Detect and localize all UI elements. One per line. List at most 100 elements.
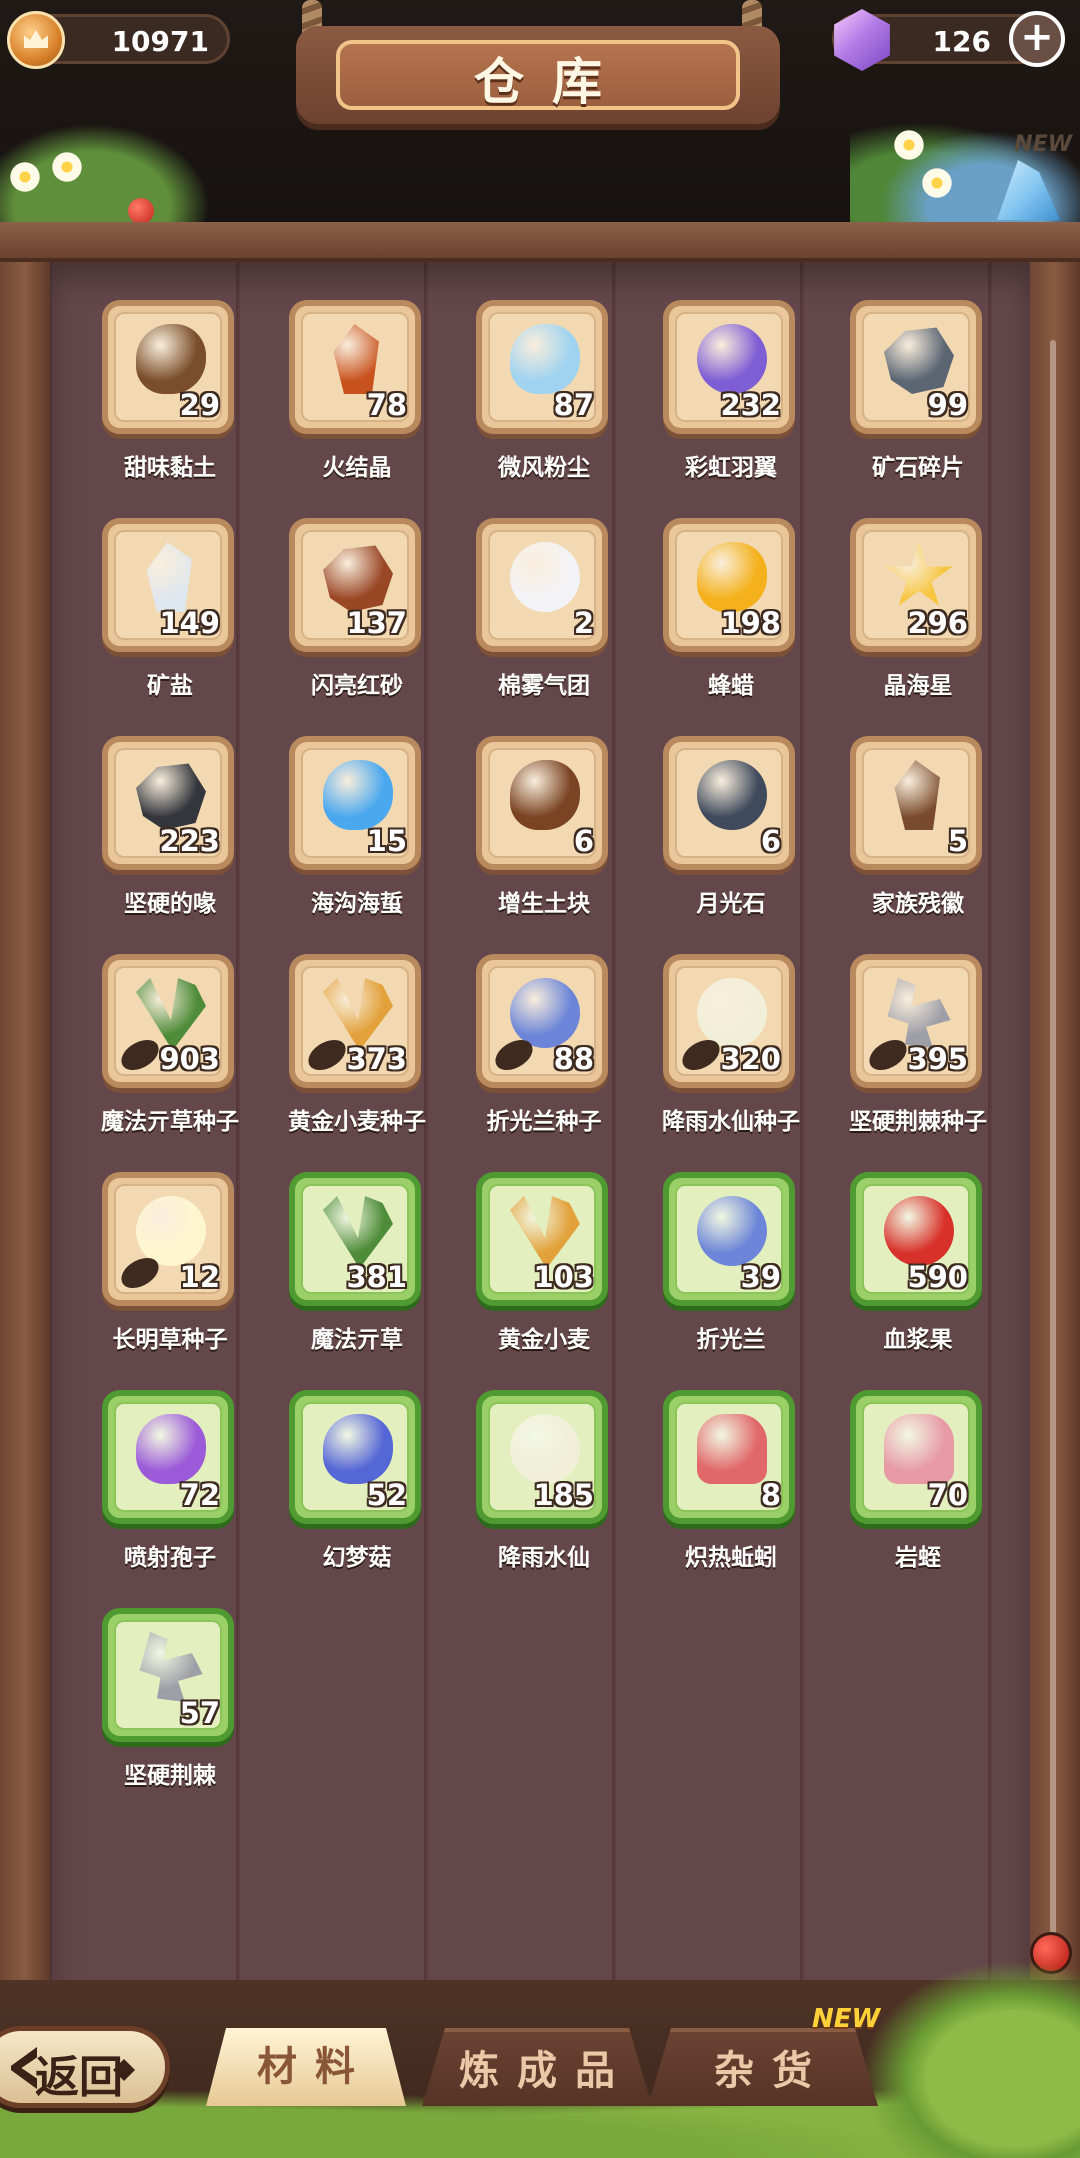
scrollbar[interactable]	[1050, 340, 1056, 1940]
item-name: 坚硬的喙	[124, 891, 216, 917]
inventory-item[interactable]: 57 坚硬荆棘	[100, 1608, 240, 1808]
item-card: 198	[663, 518, 795, 652]
inventory-item[interactable]: 78 火结晶	[287, 300, 427, 500]
inventory-item[interactable]: 29 甜味黏土	[100, 300, 240, 500]
inventory-item[interactable]: 2 棉雾气团	[474, 518, 614, 718]
inventory-item[interactable]: 103 黄金小麦	[474, 1172, 614, 1372]
back-button[interactable]: 返回	[0, 2026, 170, 2108]
inventory-item[interactable]: 373 黄金小麦种子	[287, 954, 427, 1154]
item-name: 坚硬荆棘	[124, 1763, 216, 1789]
tab-products[interactable]: 炼成品	[422, 2028, 652, 2106]
inventory-item[interactable]: 6 增生土块	[474, 736, 614, 936]
shelf-top-beam	[0, 222, 1080, 262]
moonstone-icon	[697, 760, 767, 830]
blazing-earthworm-icon	[697, 1414, 767, 1484]
hard-beak-icon	[136, 763, 206, 830]
inventory-item[interactable]: 88 折光兰种子	[474, 954, 614, 1154]
berry-decoration	[128, 198, 154, 224]
item-quantity: 88	[553, 1042, 594, 1076]
item-quantity: 6	[760, 824, 781, 858]
flower-decoration	[8, 160, 42, 194]
item-quantity: 70	[927, 1478, 968, 1512]
item-quantity: 8	[760, 1478, 781, 1512]
item-quantity: 52	[366, 1478, 407, 1512]
item-name: 喷射孢子	[124, 1545, 216, 1571]
item-card: 2	[476, 518, 608, 652]
item-card: 103	[476, 1172, 608, 1306]
inventory-item[interactable]: 381 魔法亓草	[287, 1172, 427, 1372]
inventory-item[interactable]: 149 矿盐	[100, 518, 240, 718]
inventory-item[interactable]: 99 矿石碎片	[848, 300, 988, 500]
item-name: 晶海星	[883, 673, 953, 699]
item-name: 降雨水仙	[498, 1545, 590, 1571]
item-card: 57	[102, 1608, 234, 1742]
tab-goods[interactable]: 杂货	[648, 2028, 878, 2106]
inventory-item[interactable]: 52 幻梦菇	[287, 1390, 427, 1590]
inventory-item[interactable]: 198 蜂蜡	[661, 518, 801, 718]
blood-berry-icon	[884, 1196, 954, 1266]
inventory-item[interactable]: 8 炽热蚯蚓	[661, 1390, 801, 1590]
item-quantity: 15	[366, 824, 407, 858]
item-card: 29	[102, 300, 234, 434]
item-quantity: 320	[720, 1042, 781, 1076]
item-name: 血浆果	[883, 1327, 953, 1353]
flower-decoration	[50, 150, 84, 184]
inventory-item[interactable]: 6 月光石	[661, 736, 801, 936]
item-quantity: 185	[533, 1478, 594, 1512]
item-card: 149	[102, 518, 234, 652]
magic-herb-seed-icon	[136, 978, 206, 1048]
item-name: 微风粉尘	[498, 455, 590, 481]
item-name: 闪亮红砂	[311, 673, 403, 699]
item-quantity: 78	[366, 388, 407, 422]
flower-decoration	[920, 166, 954, 200]
item-quantity: 2	[573, 606, 594, 640]
inventory-item[interactable]: 70 岩蛭	[848, 1390, 988, 1590]
inventory-item[interactable]: 223 坚硬的喙	[100, 736, 240, 936]
inventory-item[interactable]: 395 坚硬荆棘种子	[848, 954, 988, 1154]
item-quantity: 6	[573, 824, 594, 858]
item-card: 320	[663, 954, 795, 1088]
item-card: 223	[102, 736, 234, 870]
item-quantity: 137	[346, 606, 407, 640]
item-card: 52	[289, 1390, 421, 1524]
inventory-item[interactable]: 12 长明草种子	[100, 1172, 240, 1372]
inventory-item[interactable]: 87 微风粉尘	[474, 300, 614, 500]
inventory-item[interactable]: 320 降雨水仙种子	[661, 954, 801, 1154]
item-quantity: 149	[159, 606, 220, 640]
inventory-item[interactable]: 296 晶海星	[848, 518, 988, 718]
ore-fragment-icon	[884, 327, 954, 394]
item-name: 蜂蜡	[708, 673, 754, 699]
item-quantity: 903	[159, 1042, 220, 1076]
item-quantity: 57	[179, 1696, 220, 1730]
inventory-item[interactable]: 903 魔法亓草种子	[100, 954, 240, 1154]
item-card: 381	[289, 1172, 421, 1306]
item-card: 87	[476, 300, 608, 434]
soil-lump-icon	[510, 760, 580, 830]
golden-wheat-seed-icon	[323, 978, 393, 1048]
coin-count: 10971	[111, 25, 209, 58]
item-card: 72	[102, 1390, 234, 1524]
seed-icon	[116, 1035, 164, 1075]
inventory-item[interactable]: 72 喷射孢子	[100, 1390, 240, 1590]
coin-counter: 10971	[7, 11, 230, 69]
inventory-item[interactable]: 39 折光兰	[661, 1172, 801, 1372]
back-label: 返回	[35, 2052, 123, 2103]
inventory-item[interactable]: 15 海沟海蜇	[287, 736, 427, 936]
inventory-item[interactable]: 232 彩虹羽翼	[661, 300, 801, 500]
item-card: 15	[289, 736, 421, 870]
red-sand-icon	[323, 545, 393, 612]
inventory-item[interactable]: 137 闪亮红砂	[287, 518, 427, 718]
item-card: 373	[289, 954, 421, 1088]
breeze-dust-icon	[510, 324, 580, 394]
tab-materials[interactable]: 材料	[206, 2028, 406, 2106]
inventory-item[interactable]: 590 血浆果	[848, 1172, 988, 1372]
hard-thorn-seed-icon	[887, 978, 951, 1048]
family-crest-icon	[894, 760, 940, 830]
hard-thorn-icon	[139, 1632, 203, 1702]
inventory-item[interactable]: 185 降雨水仙	[474, 1390, 614, 1590]
add-gems-button[interactable]: +	[1009, 11, 1065, 67]
item-quantity: 590	[907, 1260, 968, 1294]
rainbow-feather-icon	[697, 324, 767, 394]
item-name: 坚硬荆棘种子	[849, 1109, 987, 1135]
inventory-item[interactable]: 5 家族残徽	[848, 736, 988, 936]
